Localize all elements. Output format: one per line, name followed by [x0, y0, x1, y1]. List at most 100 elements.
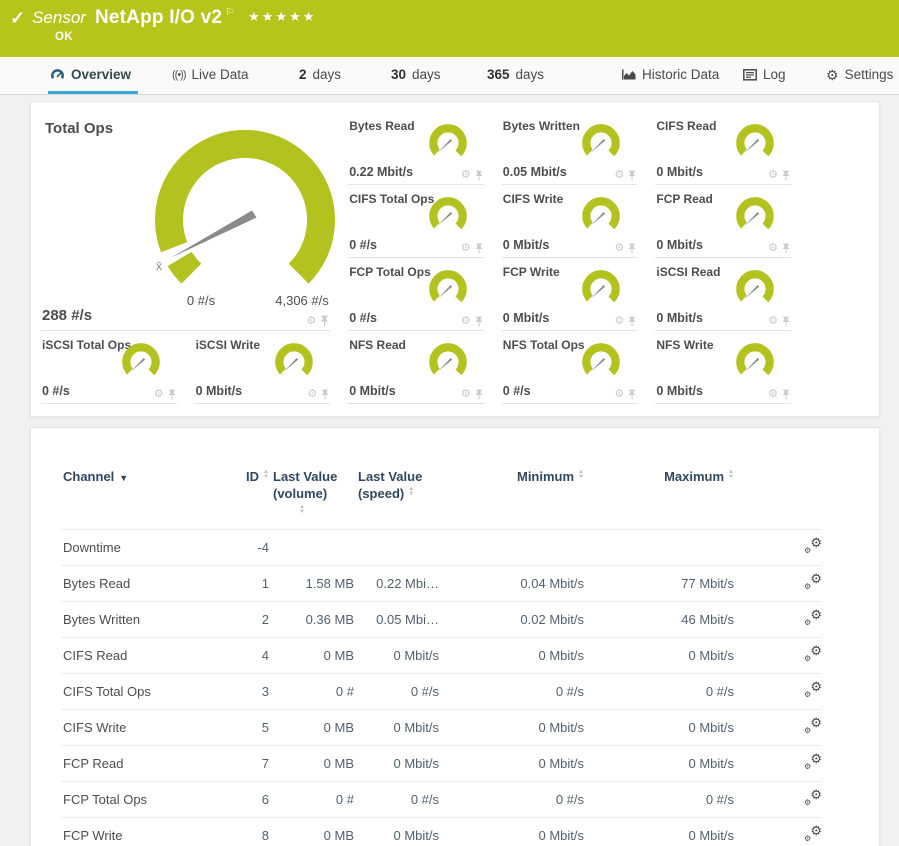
last-value-volume: 0 MB — [271, 746, 356, 782]
tab-log-label: Log — [763, 67, 786, 82]
channels-table-panel: Channel▼ ID▲▼ Last Value (volume) ▲▼ Las… — [30, 427, 880, 846]
priority-stars[interactable]: ★★★★★ — [248, 7, 316, 27]
gauge-chart — [426, 340, 470, 384]
pin-icon[interactable] — [782, 389, 790, 400]
gear-icon[interactable]: ⚙ — [154, 389, 164, 400]
channel-settings-icon[interactable]: ⚙⚙ — [804, 754, 822, 769]
channel-settings-icon[interactable]: ⚙⚙ — [804, 610, 822, 625]
last-value-speed: 0 Mbit/s — [356, 638, 441, 674]
gauge-title: iSCSI Read — [656, 265, 720, 279]
column-header-volume-sub: (volume) — [273, 485, 354, 502]
gear-icon[interactable]: ⚙ — [307, 389, 317, 400]
channel-name: Bytes Read — [61, 566, 226, 602]
gear-icon[interactable]: ⚙ — [615, 389, 625, 400]
gear-icon[interactable]: ⚙ — [615, 316, 625, 327]
gauge-value: 0 #/s — [349, 238, 377, 252]
column-header-id[interactable]: ID▲▼ — [226, 450, 271, 530]
gear-icon[interactable]: ⚙ — [461, 243, 471, 254]
channel-settings-icon[interactable]: ⚙⚙ — [804, 718, 822, 733]
tab-bar: Overview ((•)) Live Data 2 days 30 days … — [0, 57, 899, 95]
column-header-channel-label: Channel — [63, 469, 114, 484]
gear-icon[interactable]: ⚙ — [461, 389, 471, 400]
sensor-header: ✓ Sensor NetApp I/O v2 ⚐ ★★★★★ OK — [0, 0, 899, 57]
pin-icon[interactable] — [628, 170, 636, 181]
tab-2-days[interactable]: 2 days — [299, 67, 341, 82]
gauge-title: FCP Read — [656, 192, 712, 206]
pin-icon[interactable] — [320, 315, 329, 327]
gear-icon[interactable]: ⚙ — [461, 170, 471, 181]
pin-icon[interactable] — [782, 316, 790, 327]
gauge-title: Bytes Written — [503, 119, 580, 133]
gear-icon[interactable]: ⚙ — [461, 316, 471, 327]
column-header-minimum[interactable]: Minimum▲▼ — [441, 450, 586, 530]
maximum-value: 0 Mbit/s — [586, 746, 736, 782]
tab-live-data[interactable]: ((•)) Live Data — [172, 67, 249, 82]
gear-icon[interactable]: ⚙ — [768, 170, 778, 181]
gear-icon[interactable]: ⚙ — [306, 316, 316, 327]
priority-flag-icon[interactable]: ⚐ — [225, 7, 234, 19]
pin-icon[interactable] — [475, 316, 483, 327]
pin-icon[interactable] — [628, 316, 636, 327]
gauge-title: FCP Write — [503, 265, 560, 279]
channel-settings-icon[interactable]: ⚙⚙ — [804, 646, 822, 661]
tab-30-days[interactable]: 30 days — [391, 67, 441, 82]
last-value-volume: 0 MB — [271, 818, 356, 846]
pin-icon[interactable] — [475, 170, 483, 181]
tab-overview[interactable]: Overview — [50, 67, 131, 82]
last-value-volume — [271, 530, 356, 566]
maximum-value — [586, 530, 736, 566]
pin-icon[interactable] — [782, 170, 790, 181]
sort-icon: ▲▼ — [263, 470, 269, 480]
pin-icon[interactable] — [475, 243, 483, 254]
last-value-speed: 0 Mbit/s — [356, 818, 441, 846]
gear-icon[interactable]: ⚙ — [768, 243, 778, 254]
pin-icon[interactable] — [168, 389, 176, 400]
tab-365-days[interactable]: 365 days — [487, 67, 544, 82]
pin-icon[interactable] — [782, 243, 790, 254]
gauge-chart — [579, 267, 623, 311]
gear-icon[interactable]: ⚙ — [768, 389, 778, 400]
gauge-tile: NFS Write 0 Mbit/s ⚙ — [655, 331, 791, 404]
channel-name: FCP Read — [61, 746, 226, 782]
gauge-title: CIFS Read — [656, 119, 716, 133]
column-header-channel[interactable]: Channel▼ — [61, 450, 226, 530]
channel-id: 6 — [226, 782, 271, 818]
gauge-chart — [426, 121, 470, 165]
pin-icon[interactable] — [321, 389, 329, 400]
maximum-value: 0 #/s — [586, 674, 736, 710]
tab-historic-data[interactable]: Historic Data — [622, 67, 719, 82]
channel-settings-icon[interactable]: ⚙⚙ — [804, 826, 822, 841]
channel-settings-icon[interactable]: ⚙⚙ — [804, 790, 822, 805]
channel-settings-icon[interactable]: ⚙⚙ — [804, 538, 822, 553]
column-header-maximum[interactable]: Maximum▲▼ — [586, 450, 736, 530]
gauge-tile: CIFS Write 0 Mbit/s ⚙ — [502, 185, 638, 258]
average-marker: x̄ — [156, 259, 162, 273]
gauge-value: 0 Mbit/s — [656, 311, 703, 325]
gauge-max-label: 4,306 #/s — [257, 293, 347, 308]
channel-settings-icon[interactable]: ⚙⚙ — [804, 574, 822, 589]
last-value-speed: 0 #/s — [356, 674, 441, 710]
tab-30-days-num: 30 — [391, 67, 406, 82]
minimum-value: 0 #/s — [441, 674, 586, 710]
gear-icon[interactable]: ⚙ — [768, 316, 778, 327]
gear-icon[interactable]: ⚙ — [615, 170, 625, 181]
tab-log[interactable]: Log — [743, 67, 786, 82]
pin-icon[interactable] — [628, 243, 636, 254]
pin-icon[interactable] — [628, 389, 636, 400]
channel-id: -4 — [226, 530, 271, 566]
last-value-volume: 0 # — [271, 674, 356, 710]
gauge-title: NFS Read — [349, 338, 406, 352]
channel-name: FCP Write — [61, 818, 226, 846]
column-header-last-volume[interactable]: Last Value (volume) ▲▼ — [271, 450, 356, 530]
channel-id: 8 — [226, 818, 271, 846]
gauge-value: 0 Mbit/s — [656, 165, 703, 179]
gauge-title: NFS Total Ops — [503, 338, 585, 352]
gauge-tile-total-ops: Total Ops x̄ 0 #/s 4,306 #/s 288 #/s ⚙ — [41, 112, 330, 331]
channel-settings-icon[interactable]: ⚙⚙ — [804, 682, 822, 697]
pin-icon[interactable] — [475, 389, 483, 400]
gear-icon[interactable]: ⚙ — [615, 243, 625, 254]
column-header-last-speed[interactable]: Last Value (speed)▲▼ — [356, 450, 441, 530]
channel-id: 1 — [226, 566, 271, 602]
tab-settings[interactable]: ⚙ Settings — [826, 67, 893, 82]
gauge-value: 288 #/s — [42, 307, 92, 324]
